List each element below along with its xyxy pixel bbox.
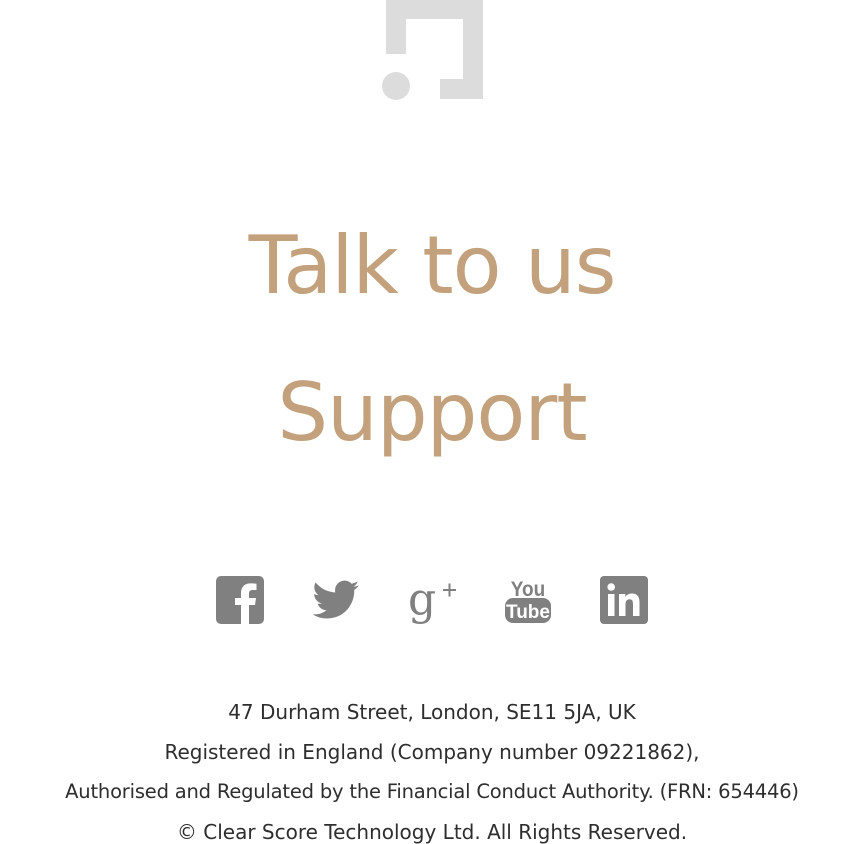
facebook-link[interactable]	[216, 576, 264, 624]
copyright-text: © Clear Score Technology Ltd. All Rights…	[176, 820, 688, 844]
support-link[interactable]: Support	[0, 373, 864, 453]
youtube-icon: You Tube	[505, 578, 551, 623]
linkedin-link[interactable]	[600, 576, 648, 624]
svg-text:Tube: Tube	[506, 602, 550, 623]
talk-to-us-link[interactable]: Talk to us	[0, 226, 864, 306]
footer-page: Talk to us Support g You Tube 47 Durham …	[0, 0, 864, 844]
google-plus-link[interactable]: g	[408, 576, 456, 624]
footer-info: 47 Durham Street, London, SE11 5JA, UK R…	[0, 692, 864, 844]
facebook-icon	[216, 576, 264, 624]
youtube-link[interactable]: You Tube	[504, 576, 552, 624]
svg-text:g: g	[408, 576, 436, 624]
social-links: g You Tube	[0, 576, 864, 624]
google-plus-icon: g	[408, 576, 456, 624]
clearscore-logo-icon	[382, 0, 483, 100]
twitter-icon	[312, 580, 359, 619]
registration-text: Registered in England (Company number 09…	[164, 740, 700, 764]
svg-text:You: You	[511, 578, 545, 601]
regulation-text: Authorised and Regulated by the Financia…	[65, 780, 799, 803]
twitter-link[interactable]	[312, 576, 360, 624]
linkedin-icon	[600, 576, 648, 624]
address-text: 47 Durham Street, London, SE11 5JA, UK	[228, 700, 636, 724]
